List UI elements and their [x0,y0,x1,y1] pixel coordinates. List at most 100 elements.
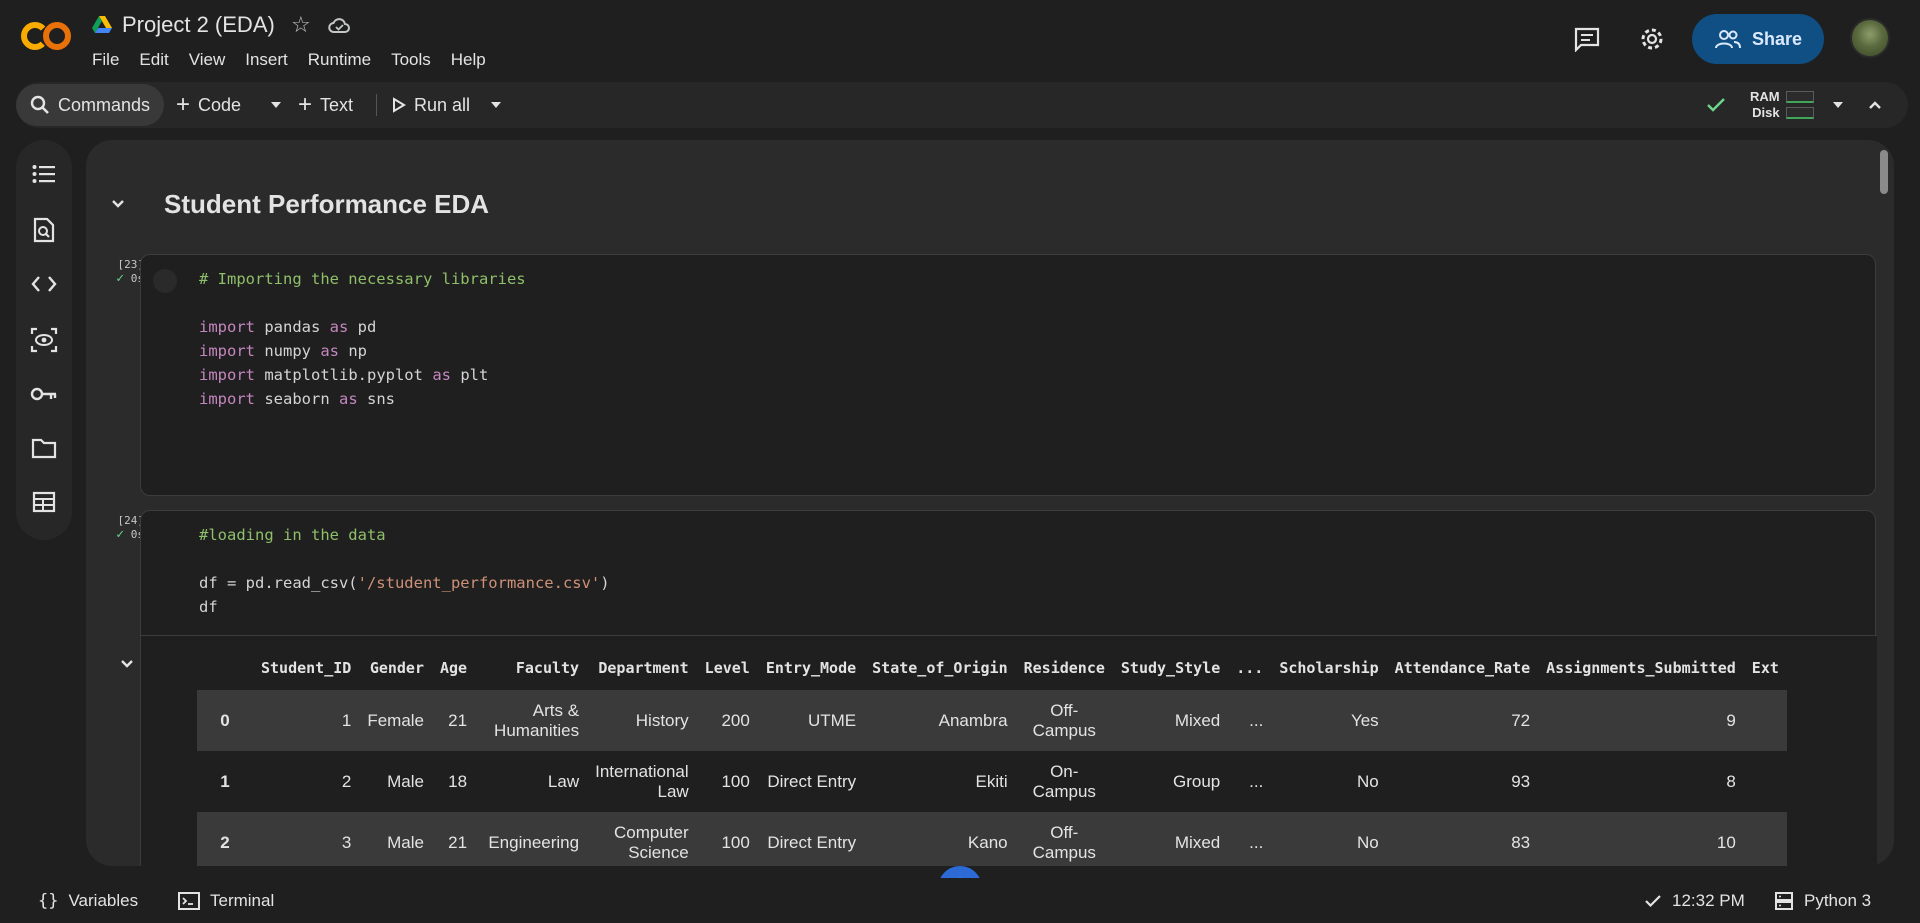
column-header [197,646,253,690]
code-editor[interactable]: # Importing the necessary libraries impo… [199,267,526,411]
collapse-section-button[interactable] [100,186,136,222]
table-cell: Anambra [864,690,1016,751]
table-row: 2 3 Male 21 Engineering Computer Science… [197,812,1787,866]
share-button[interactable]: Share [1692,14,1824,64]
menu-bar: File Edit View Insert Runtime Tools Help [92,50,506,70]
add-text-button[interactable]: + Text [298,82,353,128]
data-table-icon[interactable] [30,488,58,516]
table-cell: 1 [253,690,360,751]
comments-icon[interactable] [1567,19,1607,59]
table-cell: No [1271,812,1387,866]
table-cell: ... [1228,690,1272,751]
avatar[interactable] [1850,18,1890,58]
resources-dropdown[interactable] [1832,82,1844,128]
table-cell: Engineering [475,812,588,866]
chevron-down-icon [121,660,133,668]
code-cell[interactable]: # Importing the necessary libraries impo… [140,254,1876,496]
table-cell: Law [547,771,580,791]
table-row: 1 2 Male 18 Law International Law 100 Di… [197,751,1787,812]
menu-edit[interactable]: Edit [139,50,178,70]
toolbar-divider [376,94,377,116]
connected-check-icon [1707,98,1725,112]
variables-inspector-icon[interactable] [30,326,58,354]
menu-tools[interactable]: Tools [391,50,441,70]
disk-label: Disk [1752,105,1780,120]
colab-logo[interactable] [20,18,72,54]
variables-label: Variables [68,890,139,910]
secrets-key-icon[interactable] [30,380,58,408]
code-dropdown[interactable] [270,82,282,128]
table-cell: Direct Entry [767,771,857,791]
chevron-down-icon [112,200,124,208]
caret-down-icon [491,102,501,108]
row-index: 0 [197,690,253,751]
drive-icon[interactable] [92,16,112,34]
check-icon: ✓ [116,527,125,542]
table-row: 0 1 Female 21 Arts & Humanities History … [197,690,1787,751]
column-header: Department [598,659,689,677]
table-of-contents-icon[interactable] [30,160,58,188]
menu-file[interactable]: File [92,50,129,70]
table-cell: International Law [595,761,689,801]
column-header: Ext [1751,659,1779,677]
code-alias: sns [357,390,395,408]
table-cell: Group [1172,771,1221,791]
table-cell: Yes [1271,690,1387,751]
run-all-dropdown[interactable] [490,82,502,128]
code-keyword: as [320,342,339,360]
check-icon [1645,894,1661,907]
execution-status[interactable]: 12:32 PM [1644,878,1745,923]
code-keyword: import [199,342,255,360]
notebook-title[interactable]: Project 2 (EDA) [122,12,275,38]
collapse-header-button[interactable] [1868,82,1882,128]
collapse-output-button[interactable] [109,646,145,682]
table-cell: 10 [1538,812,1744,866]
scrollbar[interactable] [1880,150,1888,194]
left-sidebar [16,140,72,540]
commands-label: Commands [58,94,151,115]
star-icon[interactable]: ☆ [289,12,313,37]
menu-view[interactable]: View [189,50,236,70]
share-label: Share [1751,28,1803,49]
code-alias: pd [348,318,377,336]
menu-runtime[interactable]: Runtime [308,50,381,70]
code-snippets-icon[interactable] [30,270,58,298]
column-header: Entry_Mode [765,659,857,677]
caret-down-icon [271,102,281,108]
find-replace-icon[interactable] [30,216,58,244]
code-cell[interactable]: #loading in the data df = pd.read_csv('/… [121,510,1877,866]
menu-help[interactable]: Help [451,50,496,70]
resources-indicator[interactable]: RAM Disk [1706,82,1814,128]
column-header: State_of_Origin [872,659,1008,677]
code-module: pandas [255,318,330,336]
menu-insert[interactable]: Insert [245,50,298,70]
column-header: Student_ID [261,659,352,677]
code-text: ) [600,574,610,592]
disk-bar [1785,107,1814,119]
table-cell: 100 [721,771,750,791]
cloud-saved-icon[interactable] [327,13,351,37]
code-module: matplotlib.pyplot [255,366,433,384]
play-icon [393,97,406,113]
table-cell: Arts & Humanities [475,690,588,751]
table-cell [1743,690,1787,751]
table-header-row: Student_ID Gender Age Faculty Department… [197,646,1787,690]
commands-button[interactable]: Commands [16,84,164,126]
folder-icon[interactable] [30,434,58,462]
variables-button[interactable]: {} Variables [38,878,138,923]
column-header: Level [704,659,750,677]
braces-icon: {} [38,890,59,911]
terminal-button[interactable]: Terminal [178,878,274,923]
table-cell: UTME [757,690,865,751]
add-code-button[interactable]: + Code [176,82,241,128]
code-editor[interactable]: #loading in the data df = pd.read_csv('/… [199,523,610,619]
run-all-button[interactable]: Run all [392,82,470,128]
execution-count: [23] [117,258,145,271]
table-cell: 9 [1538,690,1744,751]
runtime-button[interactable]: Python 3 [1774,878,1871,923]
search-icon [30,95,49,114]
terminal-label: Terminal [210,890,275,910]
gear-icon[interactable] [1632,19,1672,59]
run-cell-button[interactable] [153,269,177,293]
code-module: seaborn [255,390,339,408]
